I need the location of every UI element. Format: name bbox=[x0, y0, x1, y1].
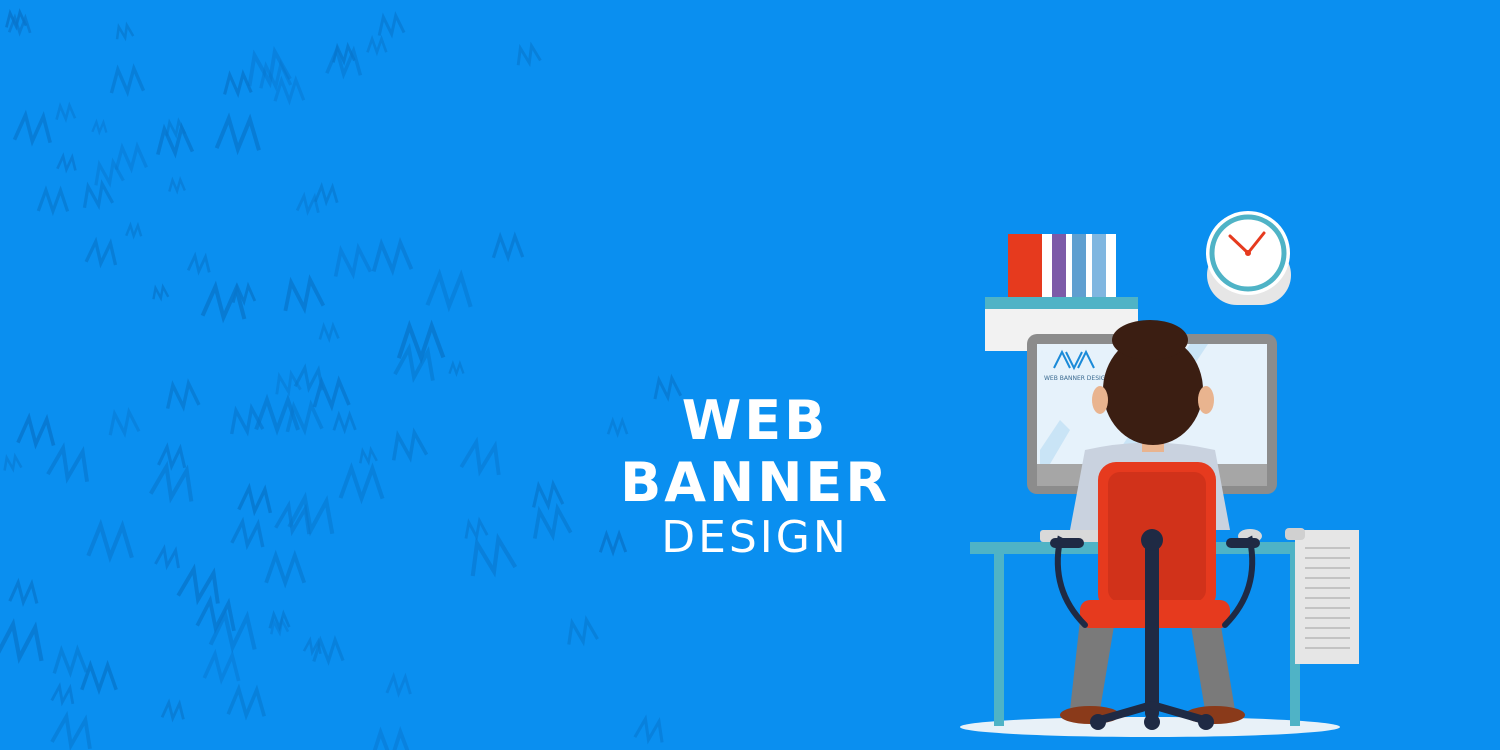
ava-pattern-mark bbox=[114, 141, 148, 174]
printer-paper-icon bbox=[1285, 528, 1359, 664]
ava-pattern-mark bbox=[154, 544, 180, 571]
clock-icon bbox=[1206, 211, 1291, 305]
ava-pattern-mark bbox=[56, 152, 77, 174]
ava-pattern-mark bbox=[115, 21, 135, 42]
ava-pattern-background bbox=[0, 8, 683, 750]
ava-pattern-mark bbox=[275, 369, 302, 397]
ava-pattern-mark bbox=[16, 412, 56, 450]
ava-pattern-mark bbox=[52, 644, 88, 678]
ava-pattern-mark bbox=[108, 406, 141, 439]
ava-pattern-mark bbox=[448, 360, 465, 378]
ava-pattern-mark bbox=[165, 117, 187, 139]
ava-pattern-mark bbox=[459, 436, 501, 477]
ava-pattern-mark bbox=[333, 242, 373, 280]
banner-headline: WEB BANNER DESIGN bbox=[540, 390, 970, 562]
ava-pattern-mark bbox=[152, 283, 170, 302]
ava-pattern-mark bbox=[283, 274, 326, 314]
ava-pattern-mark bbox=[3, 452, 23, 473]
ava-pattern-mark bbox=[633, 714, 664, 745]
ava-pattern-mark bbox=[385, 672, 412, 698]
ava-pattern-mark bbox=[338, 462, 385, 505]
designer-at-desk-illustration: WEB BANNER DESIGN bbox=[960, 211, 1359, 737]
ava-pattern-mark bbox=[208, 608, 257, 654]
ava-pattern-mark bbox=[214, 112, 261, 156]
ava-pattern-mark bbox=[491, 231, 525, 263]
shelf-top bbox=[985, 297, 1138, 309]
ava-pattern-mark bbox=[86, 518, 134, 563]
ava-pattern-mark bbox=[237, 482, 273, 517]
ava-pattern-mark bbox=[0, 618, 44, 664]
ava-pattern-mark bbox=[230, 516, 265, 551]
ava-pattern-mark bbox=[8, 577, 39, 607]
ava-pattern-mark bbox=[332, 410, 357, 435]
ava-pattern-mark bbox=[264, 549, 307, 589]
ava-pattern-mark bbox=[82, 179, 115, 211]
ava-pattern-mark bbox=[109, 63, 146, 97]
ava-pattern-mark bbox=[312, 375, 351, 412]
ava-pattern-mark bbox=[50, 682, 75, 707]
ava-pattern-mark bbox=[195, 595, 236, 634]
ava-pattern-mark bbox=[80, 659, 118, 696]
ava-pattern-mark bbox=[314, 182, 339, 207]
ava-pattern-mark bbox=[223, 69, 253, 99]
ava-pattern-mark bbox=[425, 268, 473, 313]
ava-pattern-mark bbox=[46, 442, 90, 484]
ava-pattern-mark bbox=[359, 445, 378, 466]
headline-line-2: DESIGN bbox=[661, 512, 849, 563]
ava-pattern-mark bbox=[149, 460, 194, 504]
ava-pattern-mark bbox=[55, 101, 77, 123]
ava-pattern-mark bbox=[84, 236, 118, 269]
ava-pattern-mark bbox=[567, 615, 599, 647]
ava-pattern-mark bbox=[12, 109, 52, 147]
ava-pattern-mark bbox=[226, 683, 266, 721]
ava-pattern-mark bbox=[516, 41, 542, 68]
ava-pattern-mark bbox=[125, 221, 143, 240]
ava-pattern-mark bbox=[287, 491, 335, 537]
ava-pattern-mark bbox=[160, 698, 185, 723]
ava-pattern-mark bbox=[318, 321, 340, 343]
monitor-caption: WEB BANNER DESIGN bbox=[1044, 375, 1110, 382]
ava-pattern-mark bbox=[202, 648, 241, 685]
ava-pattern-mark bbox=[470, 532, 518, 578]
books-icon bbox=[1008, 234, 1116, 298]
ava-pattern-mark bbox=[176, 563, 220, 606]
ava-pattern-mark bbox=[168, 176, 186, 195]
ava-pattern-mark bbox=[157, 442, 187, 472]
ava-pattern-mark bbox=[36, 185, 70, 216]
ava-pattern-mark bbox=[166, 378, 201, 412]
ava-pattern-mark bbox=[91, 118, 108, 136]
headline-line-1: WEB BANNER bbox=[620, 389, 890, 514]
ava-pattern-mark bbox=[50, 710, 92, 750]
ava-pattern-mark bbox=[369, 725, 413, 750]
ava-pattern-mark bbox=[377, 11, 406, 39]
ava-pattern-mark bbox=[186, 251, 211, 276]
web-banner: WEB BANNER DESIGN WEB BANNER DESIGN bbox=[0, 0, 1500, 750]
ava-pattern-mark bbox=[371, 236, 414, 277]
ava-pattern-mark bbox=[366, 34, 388, 57]
ava-pattern-mark bbox=[464, 516, 489, 541]
ava-pattern-mark bbox=[391, 427, 429, 463]
